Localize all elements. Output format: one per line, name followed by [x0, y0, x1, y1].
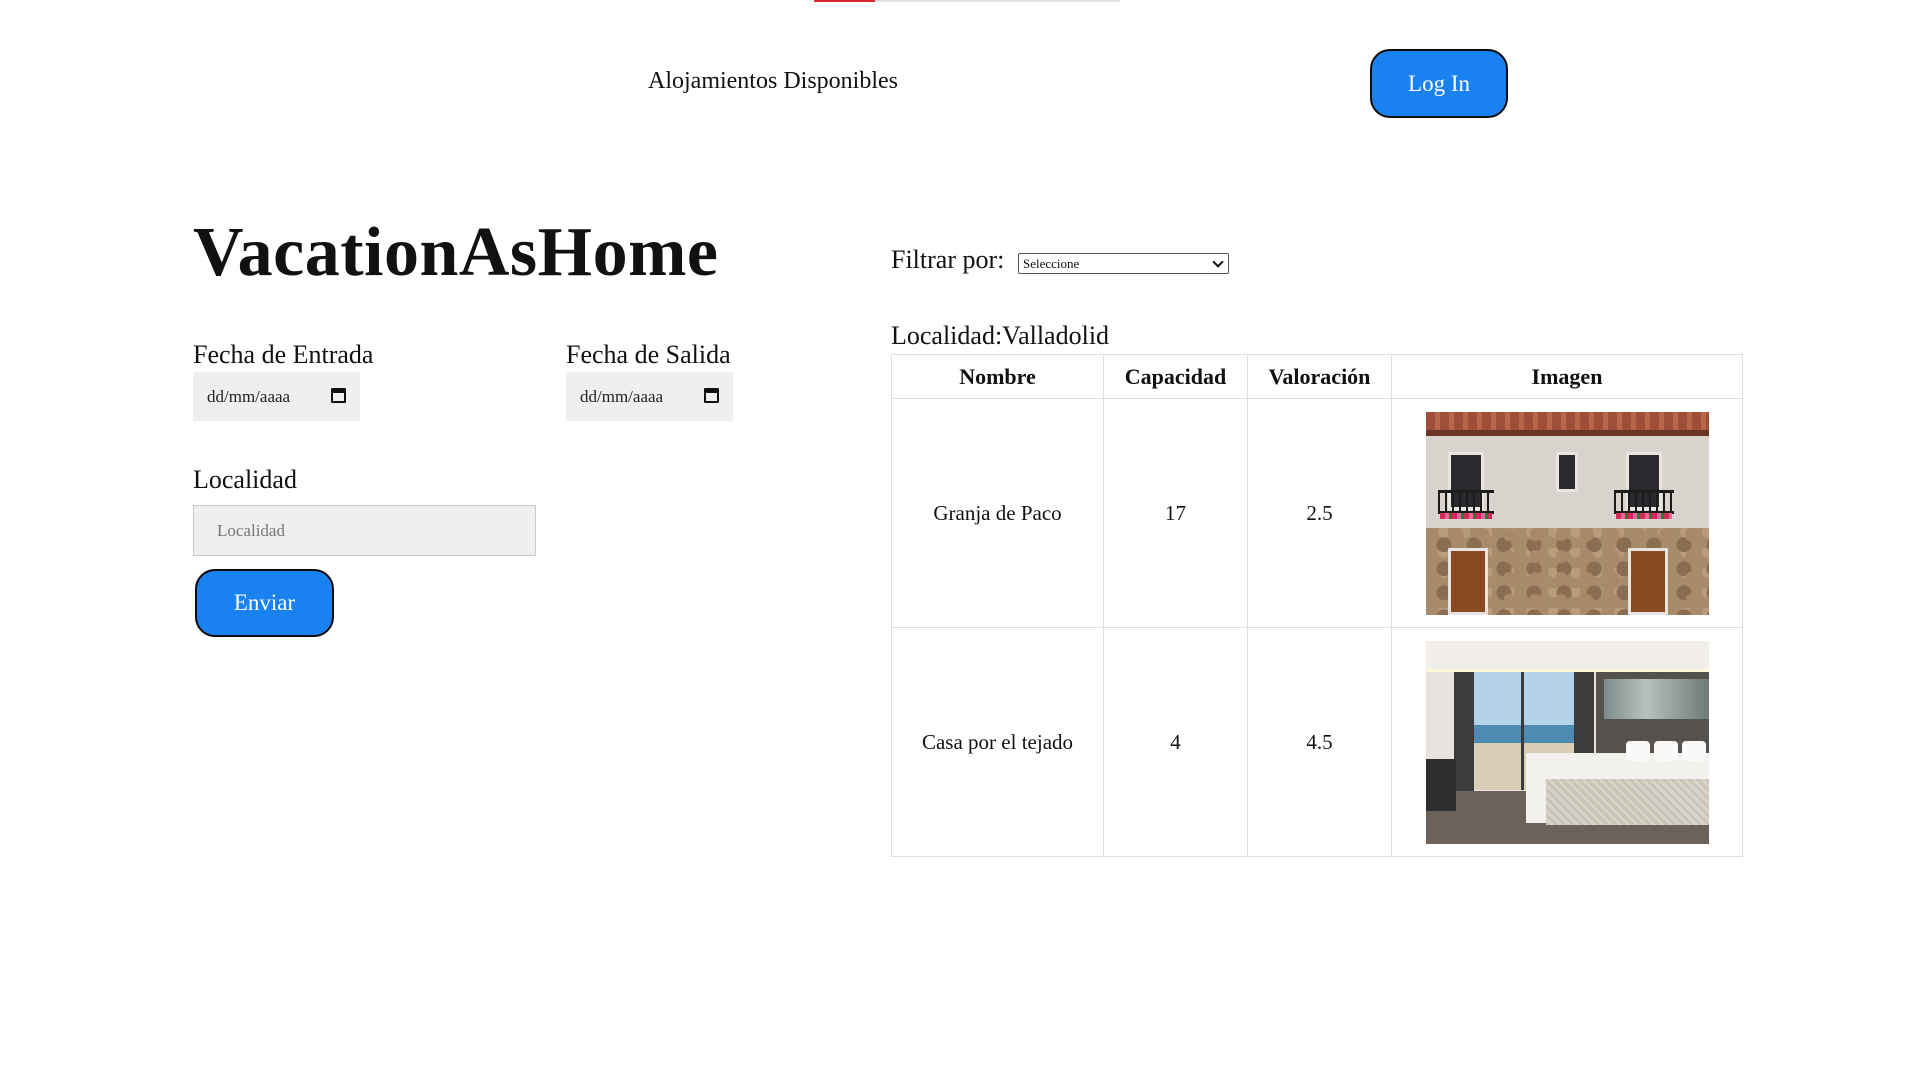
fecha-salida-value: dd/mm/aaaa [580, 386, 664, 406]
cell-imagen [1391, 398, 1743, 628]
stone-house-photo [1425, 411, 1709, 615]
cell-capacidad: 4 [1103, 627, 1248, 857]
column-header-imagen: Imagen [1391, 354, 1743, 399]
fecha-salida-label: Fecha de Salida [566, 340, 731, 369]
brand-title: VacationAsHome [193, 214, 719, 291]
filter-select[interactable]: Seleccione [1018, 253, 1229, 274]
page: Alojamientos Disponibles Log In Vacation… [0, 0, 1920, 1080]
calendar-icon[interactable] [331, 388, 346, 403]
chevron-down-icon [1212, 256, 1224, 268]
results-table: Nombre Capacidad Valoración Imagen Granj… [891, 354, 1743, 857]
filtrar-por-label: Filtrar por: [891, 245, 1005, 274]
bedroom-photo [1425, 640, 1709, 844]
cell-imagen [1391, 627, 1743, 857]
locality-heading: Localidad:Valladolid [891, 321, 1110, 350]
column-header-valoracion: Valoración [1247, 354, 1392, 399]
calendar-icon[interactable] [704, 388, 719, 403]
cell-capacidad: 17 [1103, 398, 1248, 628]
localidad-label: Localidad [193, 465, 297, 494]
top-progress-fill [814, 0, 876, 2]
cell-nombre: Granja de Paco [891, 398, 1104, 628]
cell-valoracion: 2.5 [1247, 398, 1392, 628]
cell-valoracion: 4.5 [1247, 627, 1392, 857]
localidad-input[interactable] [193, 505, 536, 556]
fecha-salida-input[interactable]: dd/mm/aaaa [566, 372, 733, 421]
column-header-nombre: Nombre [891, 354, 1104, 399]
fecha-entrada-label: Fecha de Entrada [193, 340, 374, 369]
cell-nombre: Casa por el tejado [891, 627, 1104, 857]
enviar-button[interactable]: Enviar [195, 569, 334, 637]
nav-alojamientos-disponibles-link[interactable]: Alojamientos Disponibles [648, 68, 898, 95]
column-header-capacidad: Capacidad [1103, 354, 1248, 399]
table-row: Granja de Paco 17 2.5 [891, 398, 1743, 628]
filter-selected-value: Seleccione [1023, 255, 1080, 271]
fecha-entrada-value: dd/mm/aaaa [207, 386, 291, 406]
top-progress-strip [814, 0, 1120, 2]
table-row: Casa por el tejado 4 4.5 [891, 627, 1743, 857]
login-button[interactable]: Log In [1370, 49, 1508, 118]
fecha-entrada-input[interactable]: dd/mm/aaaa [193, 372, 360, 421]
table-header-row: Nombre Capacidad Valoración Imagen [891, 354, 1743, 399]
